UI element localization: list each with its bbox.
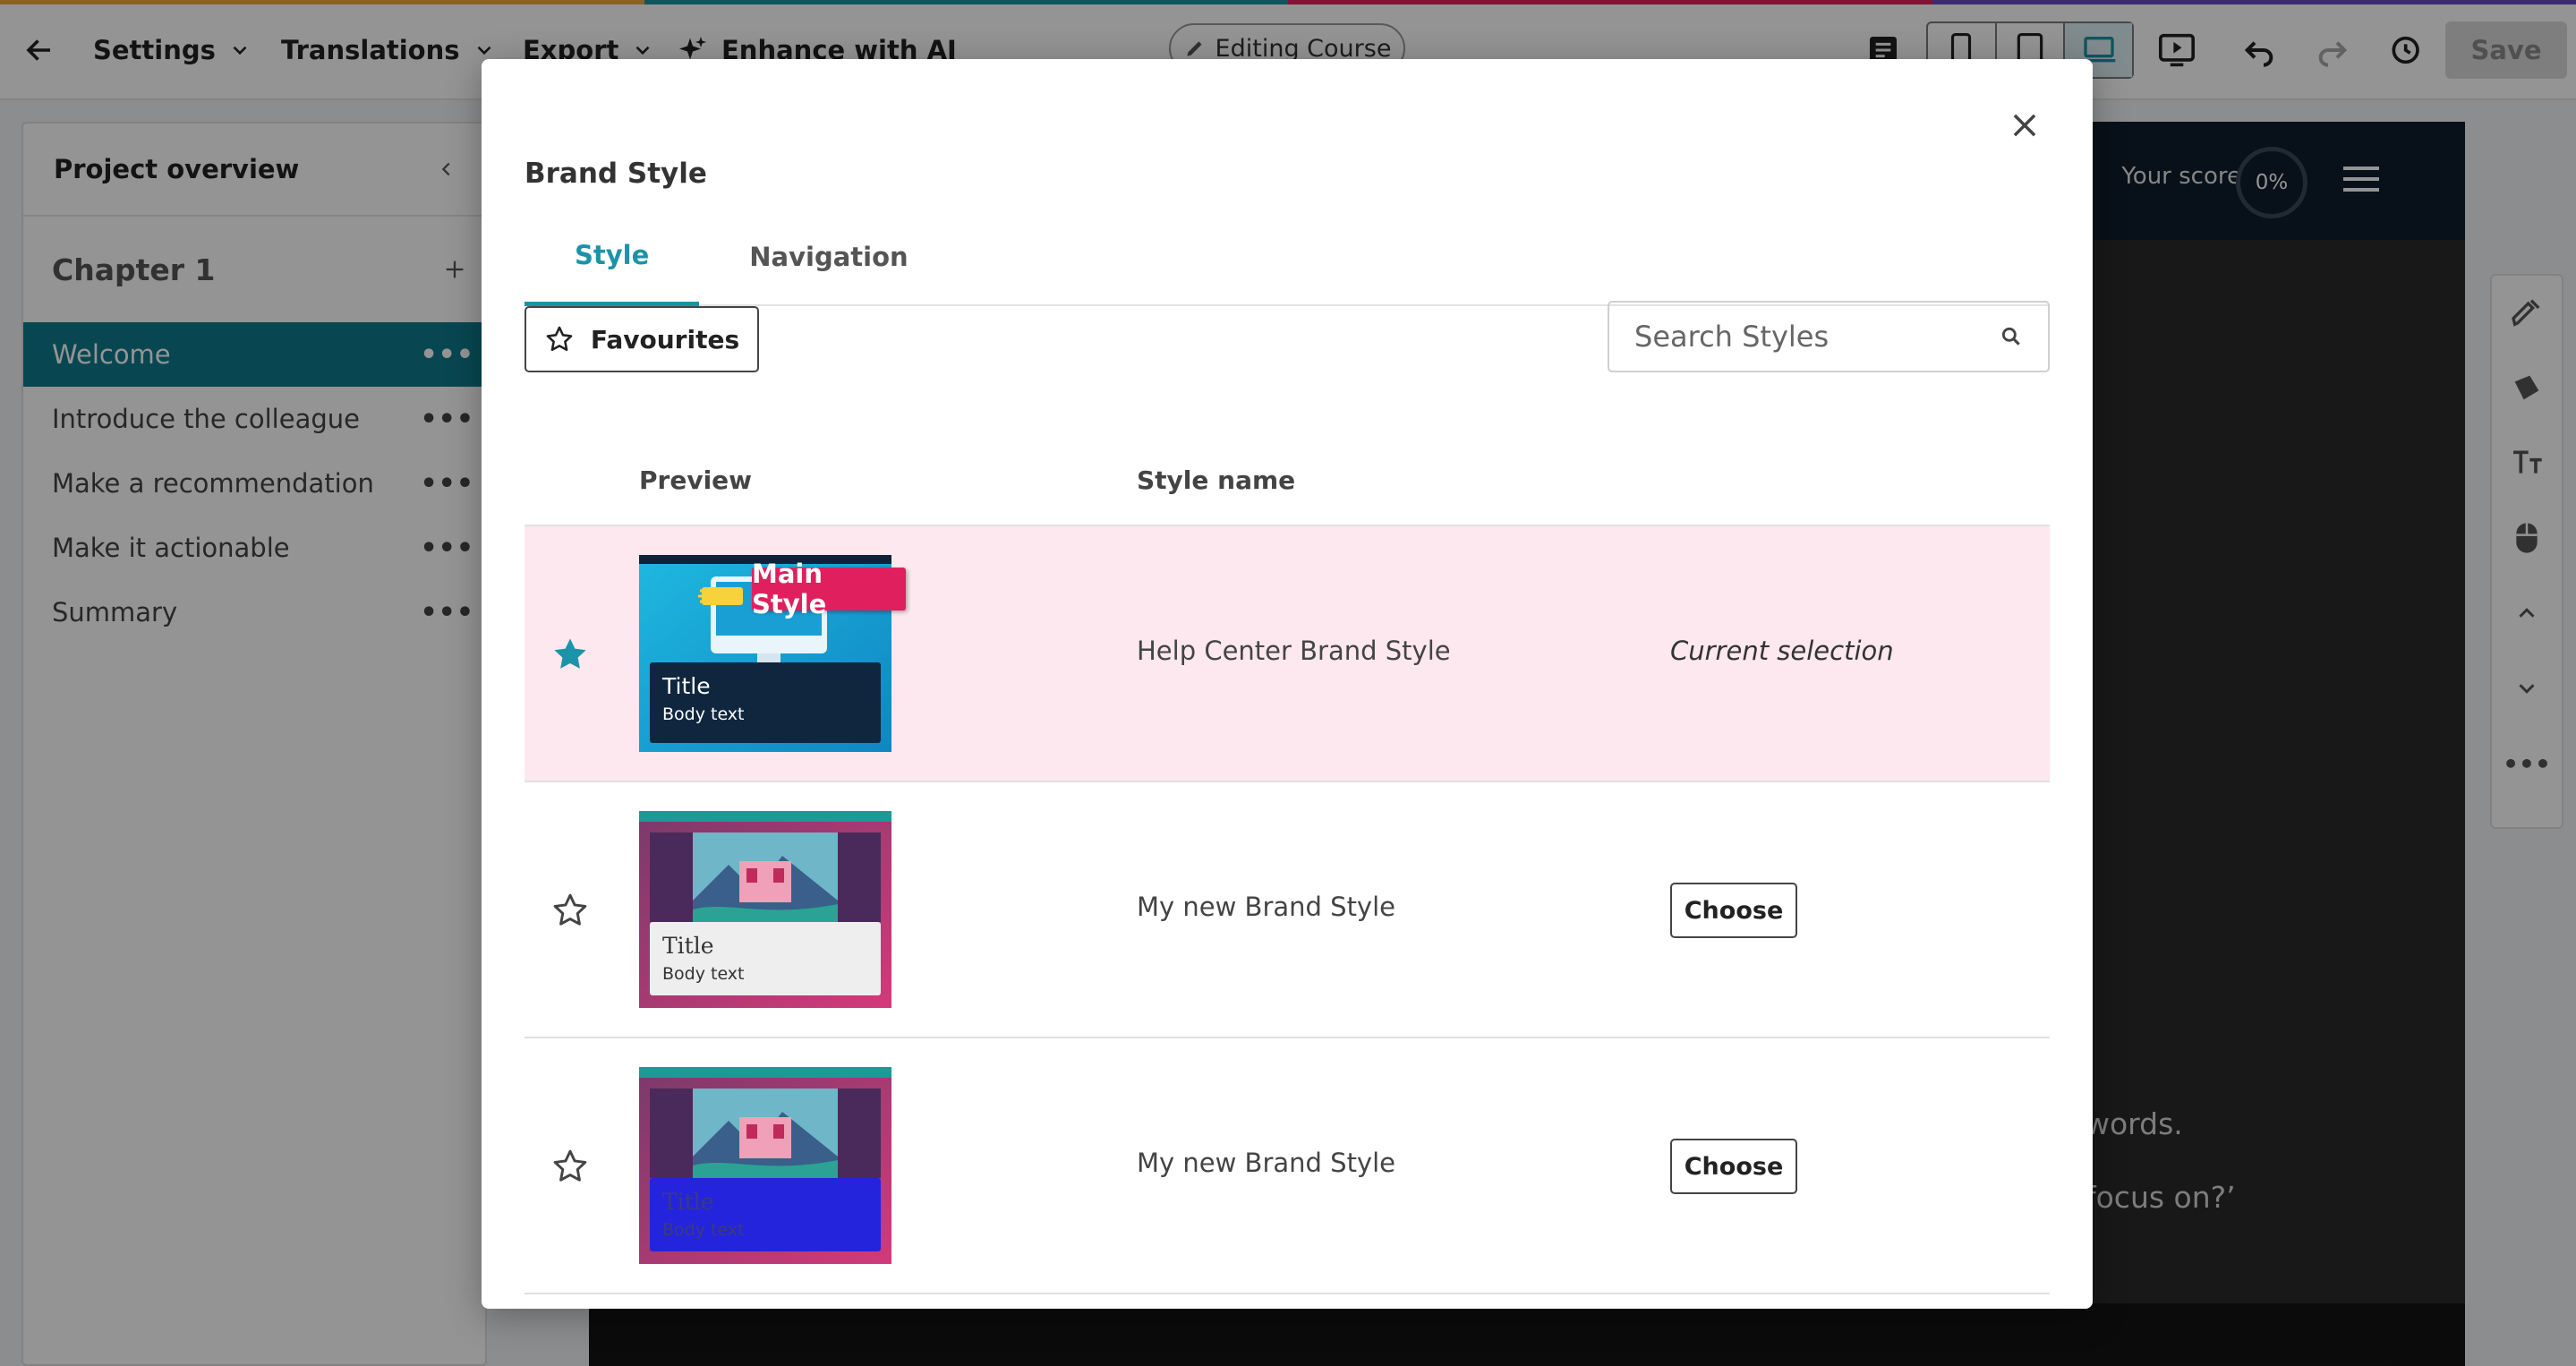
star-outline-icon [546,326,573,352]
tab-navigation[interactable]: Navigation [699,208,958,306]
preview-card: Title Body text [650,922,881,995]
close-icon [2013,114,2036,137]
favourites-label: Favourites [590,324,740,354]
main-style-badge: Main Style [752,559,906,619]
search-styles-input[interactable]: Search Styles [1608,301,2050,372]
favourite-toggle[interactable] [544,884,596,936]
dialog-title: Brand Style [525,158,707,190]
preview-card: Title Body text [650,1178,881,1251]
style-preview-thumbnail: Title Body text [639,1067,891,1264]
preview-body: Body text [662,1220,745,1240]
column-header-preview: Preview [639,465,753,495]
star-outline-icon [553,893,587,926]
preview-body: Body text [662,964,745,984]
preview-title: Title [662,933,714,959]
favourite-toggle[interactable] [544,1140,596,1192]
favourite-toggle[interactable] [544,628,596,680]
choose-button[interactable]: Choose [1670,1139,1797,1194]
styles-table-header: Preview Style name [525,435,2050,526]
style-row[interactable]: Title Body text Main Style Help Center B… [525,526,2050,782]
brand-style-dialog: Brand Style Style Navigation Favourites … [482,59,2093,1309]
style-name: My new Brand Style [1137,1148,1395,1178]
choose-button[interactable]: Choose [1670,883,1797,938]
current-selection-label: Current selection [1670,636,1894,666]
preview-card: Title Body text [650,662,881,743]
preview-body: Body text [662,704,745,724]
style-row[interactable]: Title Body text My new Brand Style Choos… [525,782,2050,1038]
star-filled-icon [554,638,586,669]
favourites-filter-button[interactable]: Favourites [525,306,759,372]
search-icon [2001,327,2020,346]
tab-style[interactable]: Style [525,208,700,306]
column-header-style-name: Style name [1137,465,1296,495]
star-outline-icon [553,1149,587,1182]
close-button[interactable] [2000,100,2050,150]
style-preview-thumbnail: Title Body text Main Style [639,555,906,752]
search-placeholder: Search Styles [1634,320,1830,354]
style-row[interactable]: Title Body text My new Brand Style Choos… [525,1038,2050,1294]
style-name: Help Center Brand Style [1137,636,1451,666]
preview-title: Title [662,673,711,699]
preview-title: Title [662,1189,714,1215]
dialog-tabs: Style Navigation [525,208,2050,306]
style-name: My new Brand Style [1137,892,1395,922]
style-preview-thumbnail: Title Body text [639,811,891,1008]
